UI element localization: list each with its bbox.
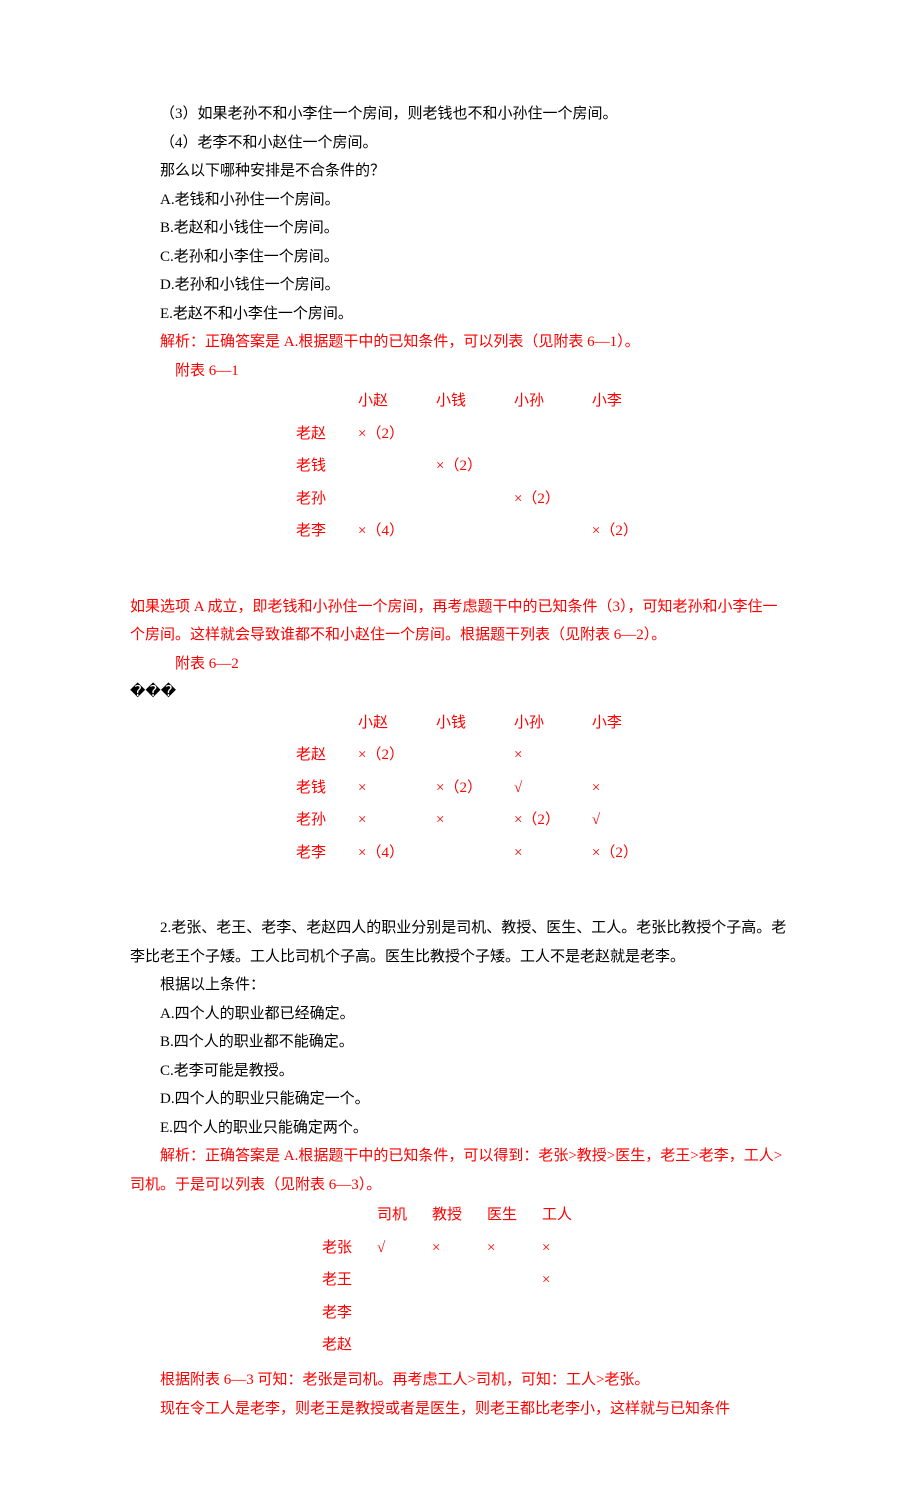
q1-t1-col1: 小钱	[420, 385, 498, 418]
q1-t2-r0c0: ×（2）	[342, 739, 420, 772]
q2-table3: 司机 教授 医生 工人 老张 √ × × × 老王 × 老李 老赵	[310, 1199, 585, 1362]
q1-premise-3: （3）如果老孙不和小李住一个房间，则老钱也不和小孙住一个房间。	[130, 100, 790, 129]
q1-question: 那么以下哪种安排是不合条件的？	[130, 157, 790, 186]
q2-t3-r1c1	[420, 1264, 475, 1297]
q2-t3-col2: 医生	[475, 1199, 530, 1232]
q2-option-e: E.四个人的职业只能确定两个。	[130, 1114, 790, 1143]
q2-t3-r0c0: √	[365, 1232, 420, 1265]
q2-analysis-intro: 解析：正确答案是 A.根据题干中的已知条件，可以得到：老张>教授>医生，老王>老…	[130, 1142, 790, 1199]
q2-t3-r1c3: ×	[530, 1264, 585, 1297]
q2-t3-r0c3: ×	[530, 1232, 585, 1265]
q1-t1-col0: 小赵	[342, 385, 420, 418]
q1-t1-r1c3	[576, 450, 654, 483]
q1-t1-r2c0	[342, 483, 420, 516]
q2-t3-r3c2	[475, 1329, 530, 1362]
q1-t1-r2c1	[420, 483, 498, 516]
q2-option-d: D.四个人的职业只能确定一个。	[130, 1085, 790, 1114]
q1-t2-r0h: 老赵	[280, 739, 342, 772]
q1-t2-r1c3: ×	[576, 772, 654, 805]
q1-t2-r2c0: ×	[342, 804, 420, 837]
q2-t3-r2c1	[420, 1297, 475, 1330]
q1-t2-r2h: 老孙	[280, 804, 342, 837]
q2-t3-r0c2: ×	[475, 1232, 530, 1265]
q1-table2: 小赵 小钱 小孙 小李 老赵 ×（2） × 老钱 × ×（2） √ × 老孙 ×…	[280, 707, 654, 870]
q2-t3-r3c1	[420, 1329, 475, 1362]
q1-t1-r3c2	[498, 515, 576, 548]
q2-t3-r2c2	[475, 1297, 530, 1330]
q2-option-a: A.四个人的职业都已经确定。	[130, 1000, 790, 1029]
q1-t1-r2c3	[576, 483, 654, 516]
q1-t1-r3c0: ×（4）	[342, 515, 420, 548]
q2-t3-col0: 司机	[365, 1199, 420, 1232]
q2-t3-r2c3	[530, 1297, 585, 1330]
q1-t1-r2h: 老孙	[280, 483, 342, 516]
q1-t2-r3c1	[420, 837, 498, 870]
q2-stem: 2.老张、老王、老李、老赵四人的职业分别是司机、教授、医生、工人。老张比教授个子…	[130, 914, 790, 971]
q2-t3-r1h: 老王	[310, 1264, 365, 1297]
q1-t1-r3c1	[420, 515, 498, 548]
q1-t2-r3h: 老李	[280, 837, 342, 870]
q1-t1-r2c2: ×（2）	[498, 483, 576, 516]
q2-t3-r1c0	[365, 1264, 420, 1297]
q2-t3-r3h: 老赵	[310, 1329, 365, 1362]
q2-cond-line: 根据以上条件：	[130, 971, 790, 1000]
q2-t3-r0c1: ×	[420, 1232, 475, 1265]
q1-t1-col2: 小孙	[498, 385, 576, 418]
q1-t2-r0c2: ×	[498, 739, 576, 772]
q1-t2-r2c3: √	[576, 804, 654, 837]
q1-t2-r1c1: ×（2）	[420, 772, 498, 805]
q1-t1-r0c3	[576, 418, 654, 451]
q1-t2-col2: 小孙	[498, 707, 576, 740]
q1-t2-r3c3: ×（2）	[576, 837, 654, 870]
q1-t2-r2c1: ×	[420, 804, 498, 837]
q1-option-a: A.老钱和小孙住一个房间。	[130, 186, 790, 215]
q1-t2-r1h: 老钱	[280, 772, 342, 805]
q1-t2-col3: 小李	[576, 707, 654, 740]
q1-t2-col0: 小赵	[342, 707, 420, 740]
q2-analysis-after1: 根据附表 6—3 可知：老张是司机。再考虑工人>司机，可知：工人>老张。	[130, 1366, 790, 1395]
q2-t3-r0h: 老张	[310, 1232, 365, 1265]
q1-t1-r3h: 老李	[280, 515, 342, 548]
q2-option-b: B.四个人的职业都不能确定。	[130, 1028, 790, 1057]
q1-premise-4: （4）老李不和小赵住一个房间。	[130, 129, 790, 158]
q1-t2-r0c1	[420, 739, 498, 772]
q1-t1-r0c2	[498, 418, 576, 451]
q1-t1-r1h: 老钱	[280, 450, 342, 483]
q1-option-e: E.老赵不和小李住一个房间。	[130, 300, 790, 329]
q1-t2-r0c3	[576, 739, 654, 772]
q1-t1-r0h: 老赵	[280, 418, 342, 451]
q1-table1-caption: 附表 6—1	[175, 357, 790, 386]
q2-analysis-after2: 现在令工人是老李，则老王是教授或者是医生，则老王都比老李小，这样就与已知条件	[130, 1395, 790, 1424]
q2-t3-r3c0	[365, 1329, 420, 1362]
q1-t2-r2c2: ×（2）	[498, 804, 576, 837]
q2-t3-r2c0	[365, 1297, 420, 1330]
q1-t1-r1c1: ×（2）	[420, 450, 498, 483]
q1-option-b: B.老赵和小钱住一个房间。	[130, 214, 790, 243]
q1-t1-r0c1	[420, 418, 498, 451]
q1-t2-r1c2: √	[498, 772, 576, 805]
q1-table1: 小赵 小钱 小孙 小李 老赵 ×（2） 老钱 ×（2） 老孙 ×（2） 老李 ×…	[280, 385, 654, 548]
q2-t3-r2h: 老李	[310, 1297, 365, 1330]
q1-t1-r3c3: ×（2）	[576, 515, 654, 548]
q1-t2-r1c0: ×	[342, 772, 420, 805]
q2-t3-r3c3	[530, 1329, 585, 1362]
q1-t2-r3c0: ×（4）	[342, 837, 420, 870]
q1-t1-r1c2	[498, 450, 576, 483]
q1-t1-col3: 小李	[576, 385, 654, 418]
q1-t2-col1: 小钱	[420, 707, 498, 740]
q1-t1-r1c0	[342, 450, 420, 483]
q1-table2-caption: 附表 6—2	[175, 650, 790, 679]
q1-analysis-intro: 解析：正确答案是 A.根据题干中的已知条件，可以列表（见附表 6—1）。	[130, 328, 790, 357]
q2-t3-col3: 工人	[530, 1199, 585, 1232]
q2-t3-r1c2	[475, 1264, 530, 1297]
q1-t1-r0c0: ×（2）	[342, 418, 420, 451]
q1-t2-r3c2: ×	[498, 837, 576, 870]
q1-option-d: D.老孙和小钱住一个房间。	[130, 271, 790, 300]
q2-option-c: C.老李可能是教授。	[130, 1057, 790, 1086]
q1-analysis-mid: 如果选项 A 成立，即老钱和小孙住一个房间，再考虑题干中的已知条件（3），可知老…	[130, 593, 790, 650]
q2-t3-col1: 教授	[420, 1199, 475, 1232]
q1-option-c: C.老孙和小李住一个房间。	[130, 243, 790, 272]
